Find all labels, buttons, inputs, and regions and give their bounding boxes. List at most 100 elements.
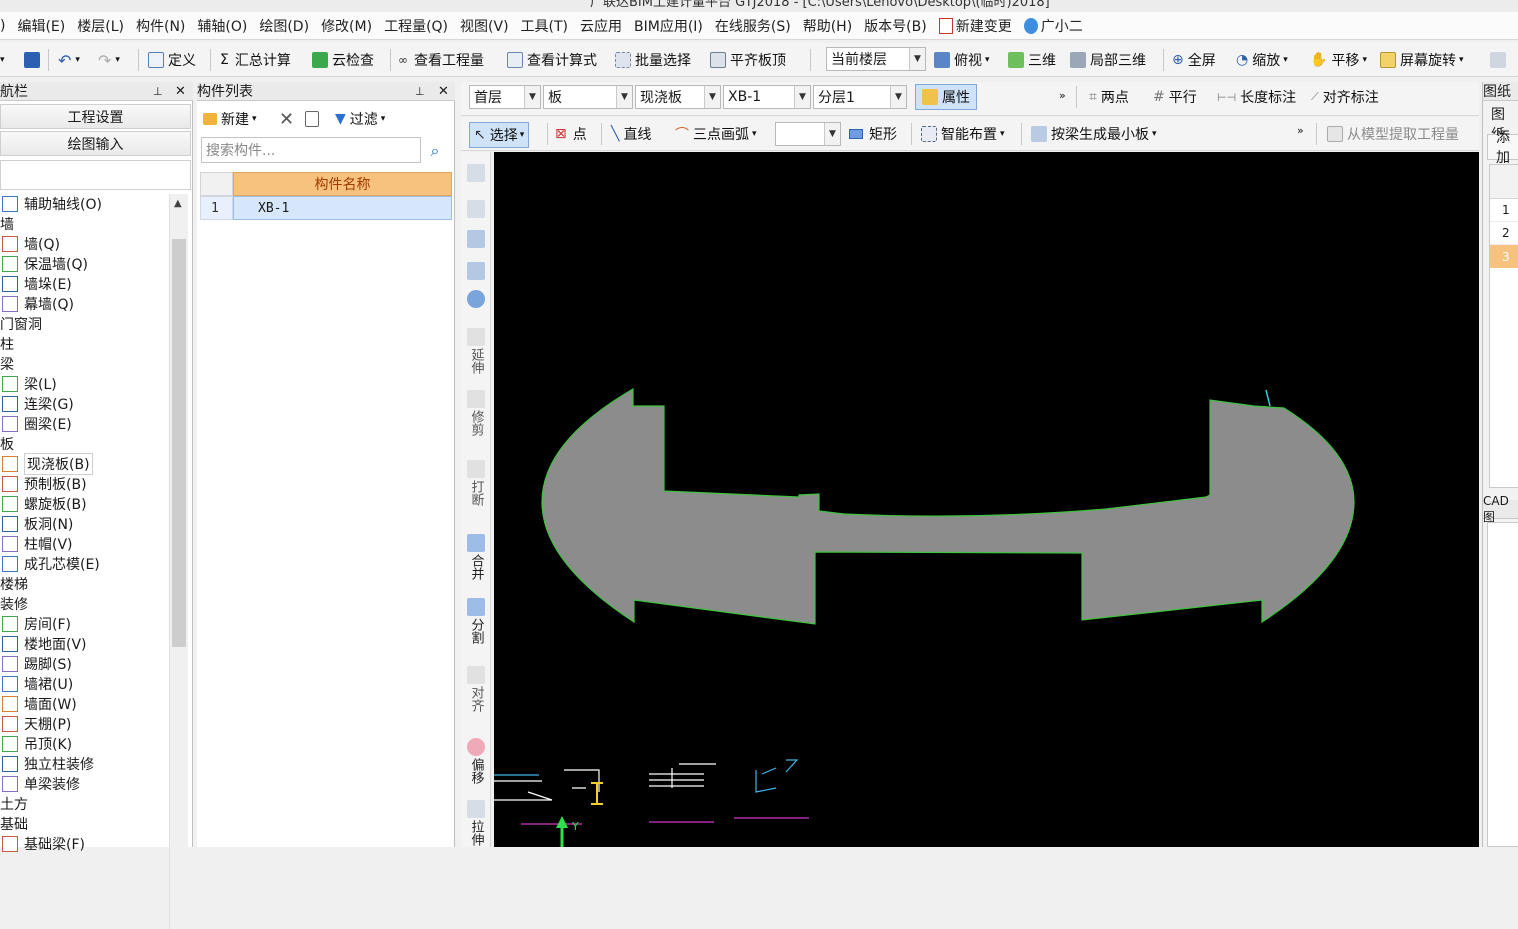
drawing-row[interactable]: 3	[1490, 245, 1518, 268]
tree-item[interactable]: 墙裙(U)	[0, 674, 170, 694]
menu-version[interactable]: 版本号(B)	[858, 16, 933, 36]
summary-calc-button[interactable]: Σ 汇总计算	[220, 49, 291, 71]
tree-item[interactable]: 预制板(B)	[0, 474, 170, 494]
drawing-row[interactable]: 1	[1490, 199, 1518, 222]
view-quantity-button[interactable]: ∞ 查看工程量	[398, 49, 484, 71]
tree-group[interactable]: 土方	[0, 794, 170, 814]
more-tool-button[interactable]	[1490, 49, 1510, 71]
close-icon[interactable]: ✕	[438, 84, 449, 99]
save-button[interactable]	[24, 49, 44, 71]
arc-mode-select[interactable]: ▼	[775, 122, 841, 146]
slab-xb-1[interactable]	[541, 387, 1355, 625]
pin-icon[interactable]: ⊥	[153, 85, 163, 98]
menu-new-change[interactable]: 新建变更	[933, 16, 1018, 36]
tree-group[interactable]: 楼梯	[0, 574, 170, 594]
tree-item[interactable]: 吊顶(K)	[0, 734, 170, 754]
smart-layout-button[interactable]: 智能布置 ▾	[921, 123, 1005, 145]
menu-modify[interactable]: 修改(M)	[315, 16, 378, 36]
menu-component[interactable]: 构件(N)	[130, 16, 191, 36]
menu-edit[interactable]: 编辑(E)	[11, 16, 71, 36]
define-button[interactable]: 定义	[148, 49, 196, 71]
filter-button[interactable]: ▼ 过滤 ▾	[335, 108, 385, 130]
select-button[interactable]: ↖ 选择 ▾	[469, 122, 530, 148]
delete-icon[interactable]: ✕	[279, 108, 294, 130]
tree-item[interactable]: 圈梁(E)	[0, 414, 170, 434]
menu-bim[interactable]: BIM应用(I)	[628, 16, 709, 36]
stretch-button[interactable]: 拉伸	[465, 800, 487, 846]
menu-online[interactable]: 在线服务(S)	[709, 16, 797, 36]
point-button[interactable]: ⊠ 点	[555, 123, 587, 145]
brush-button[interactable]	[465, 164, 487, 184]
fullscreen-button[interactable]: ⊕ 全屏	[1172, 49, 1216, 71]
tree-item[interactable]: 连梁(G)	[0, 394, 170, 414]
three-d-button[interactable]: 三维	[1008, 49, 1056, 71]
tree-item[interactable]: 幕墙(Q)	[0, 294, 170, 314]
split-button[interactable]: 分割	[465, 598, 487, 644]
new-component-button[interactable]: 新建 ▾	[203, 108, 257, 130]
batch-select-button[interactable]: 批量选择	[615, 49, 691, 71]
break-button[interactable]: 打断	[465, 460, 487, 506]
menu-view[interactable]: 视图(V)	[454, 16, 515, 36]
tree-group[interactable]: 梁	[0, 354, 170, 374]
category-select[interactable]: 板 ▼	[543, 85, 633, 109]
tree-item[interactable]: 踢脚(S)	[0, 654, 170, 674]
rect-button[interactable]: 矩形	[849, 123, 897, 145]
tree-item[interactable]: 保温墙(Q)	[0, 254, 170, 274]
align-dim-button[interactable]: ⟋ 对齐标注	[1311, 86, 1379, 108]
drawing-canvas[interactable]: Y	[494, 152, 1479, 847]
menu-tools[interactable]: 工具(T)	[515, 16, 574, 36]
tree-item[interactable]: 辅助轴线(O)	[0, 194, 170, 214]
more-chevron-icon[interactable]: »	[1059, 84, 1066, 106]
scroll-up-icon[interactable]: ▲	[174, 198, 182, 209]
zoom-button[interactable]: ◔ 缩放 ▾	[1236, 49, 1288, 71]
tree-item[interactable]: 柱帽(V)	[0, 534, 170, 554]
trim-button[interactable]: 修剪	[465, 390, 487, 436]
element-select[interactable]: XB-1 ▼	[723, 85, 811, 109]
tree-item[interactable]: 墙(Q)	[0, 234, 170, 254]
more-chevron-icon[interactable]: »	[1297, 119, 1304, 141]
properties-button[interactable]: 属性	[915, 84, 977, 110]
close-icon[interactable]: ✕	[175, 84, 186, 99]
tree-group[interactable]: 墙	[0, 214, 170, 234]
offset-button[interactable]: 偏移	[465, 738, 487, 784]
view-formula-button[interactable]: 查看计算式	[507, 49, 597, 71]
length-dim-button[interactable]: ⊢⊣ 长度标注	[1217, 86, 1296, 108]
undo-button[interactable]: ↶ ▾	[58, 49, 80, 71]
search-input[interactable]: 搜索构件...	[201, 137, 421, 163]
top-view-button[interactable]: 俯视 ▾	[934, 49, 990, 71]
tree-item[interactable]: 天棚(P)	[0, 714, 170, 734]
menu-assistant[interactable]: 广小二	[1018, 16, 1089, 36]
screen-rotate-button[interactable]: 屏幕旋转 ▾	[1380, 49, 1464, 71]
tree-group[interactable]: 柱	[0, 334, 170, 354]
redo-button[interactable]: ↷ ▾	[98, 49, 120, 71]
menu-cloud[interactable]: 云应用	[574, 16, 628, 36]
copy-button[interactable]	[465, 200, 487, 220]
tree-item[interactable]: 螺旋板(B)	[0, 494, 170, 514]
nav-scrollbar[interactable]: ▲	[169, 194, 188, 929]
merge-button[interactable]: 合并	[465, 534, 487, 580]
tree-item[interactable]: 独立柱装修	[0, 754, 170, 774]
table-header-name[interactable]: 构件名称	[233, 172, 452, 196]
tree-item[interactable]: 单梁装修	[0, 774, 170, 794]
line-button[interactable]: ╲ 直线	[611, 123, 651, 145]
add-drawing-button[interactable]: 添加	[1487, 130, 1518, 166]
drawing-input-button[interactable]: 绘图输入	[0, 131, 191, 156]
current-floor-select[interactable]: 当前楼层 ▼	[826, 47, 926, 71]
tree-group[interactable]: 基础	[0, 814, 170, 834]
tree-item[interactable]: 墙面(W)	[0, 694, 170, 714]
tree-item[interactable]: 墙垛(E)	[0, 274, 170, 294]
move-button[interactable]	[465, 262, 487, 282]
open-dropdown[interactable]: ▾	[0, 49, 5, 71]
drawing-row[interactable]: 2	[1490, 222, 1518, 245]
parallel-button[interactable]: # 平行	[1153, 86, 1197, 108]
tree-group[interactable]: 板	[0, 434, 170, 454]
tree-item[interactable]: 梁(L)	[0, 374, 170, 394]
gen-by-beam-button[interactable]: 按梁生成最小板 ▾	[1031, 123, 1157, 145]
tree-item[interactable]: 房间(F)	[0, 614, 170, 634]
project-settings-button[interactable]: 工程设置	[0, 104, 191, 129]
extract-quantity-button[interactable]: 从模型提取工程量	[1327, 123, 1459, 145]
type-select[interactable]: 现浇板 ▼	[635, 85, 721, 109]
mirror-button[interactable]	[465, 230, 487, 250]
align-button[interactable]: 对齐	[465, 666, 487, 712]
rotate-button[interactable]	[465, 290, 487, 310]
